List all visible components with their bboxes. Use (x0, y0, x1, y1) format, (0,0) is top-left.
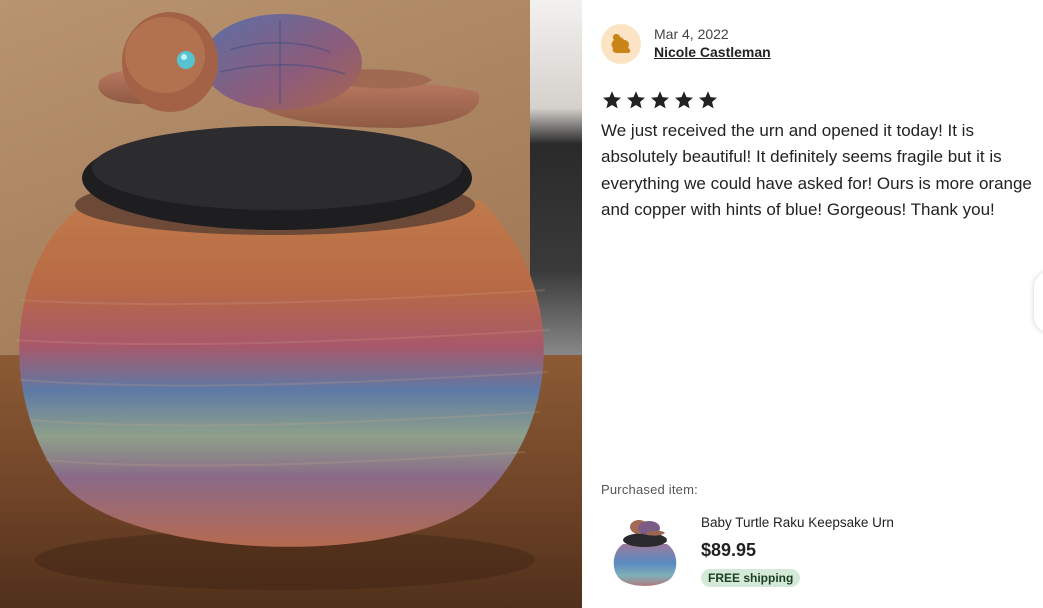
user-avatar-icon (611, 34, 631, 53)
star-icon (651, 91, 669, 109)
urn-illustration (14, 12, 551, 590)
star-icon (699, 91, 717, 109)
star-rating (601, 90, 719, 110)
purchased-item-label: Purchased item: (601, 482, 698, 497)
review-date: Mar 4, 2022 (654, 26, 729, 42)
urn-thumbnail-image (613, 520, 677, 586)
review-photo[interactable] (0, 0, 582, 608)
next-review-button[interactable] (1034, 272, 1043, 332)
review-text: We just received the urn and opened it t… (601, 121, 1032, 220)
star-icon (675, 91, 693, 109)
star-icon (603, 91, 621, 109)
purchased-item-price: $89.95 (701, 540, 757, 560)
review-panel: Mar 4, 2022 Nicole Castleman We just rec… (582, 0, 1043, 608)
purchased-item-thumbnail[interactable] (607, 514, 683, 586)
free-shipping-badge: FREE shipping (701, 569, 801, 587)
reviewer-name-link[interactable]: Nicole Castleman (654, 44, 771, 60)
reviewer-avatar[interactable] (601, 24, 641, 64)
star-icon (627, 91, 645, 109)
purchased-item-title-link[interactable]: Baby Turtle Raku Keepsake Urn (701, 515, 894, 530)
